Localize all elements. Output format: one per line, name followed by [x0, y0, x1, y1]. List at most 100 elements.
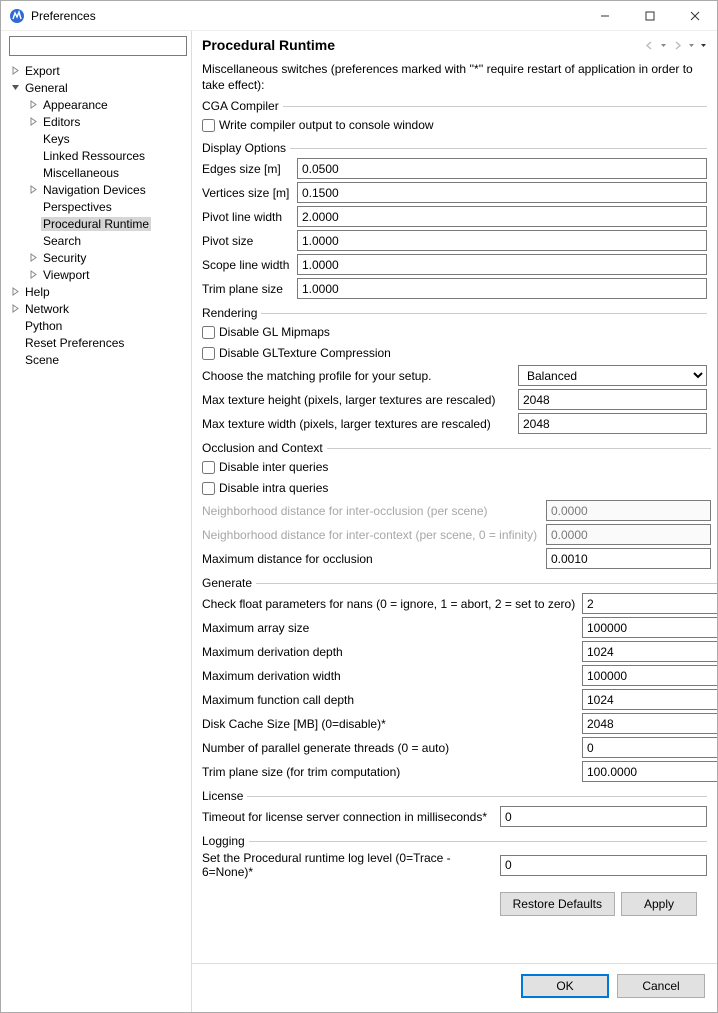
max-fn-input[interactable]	[582, 689, 717, 710]
app-icon	[9, 8, 25, 24]
edges-size-label: Edges size [m]	[202, 162, 297, 176]
max-dist-input[interactable]	[546, 548, 711, 569]
maximize-button[interactable]	[627, 1, 672, 31]
group-logging-legend: Logging	[202, 834, 249, 848]
max-depth-label: Maximum derivation depth	[202, 645, 582, 659]
forward-menu-icon[interactable]	[686, 38, 696, 52]
chevron-right-icon	[9, 303, 21, 315]
gen-trim-input[interactable]	[582, 761, 717, 782]
tree-item-navigation-devices[interactable]: Navigation Devices	[23, 181, 191, 198]
chevron-right-icon	[9, 65, 21, 77]
tree-item-perspectives[interactable]: Perspectives	[23, 198, 191, 215]
nb-context-label: Neighborhood distance for inter-context …	[202, 528, 546, 542]
threads-input[interactable]	[582, 737, 717, 758]
check-nans-input[interactable]	[582, 593, 717, 614]
tree-item-help[interactable]: Help	[5, 283, 191, 300]
tree-item-export[interactable]: Export	[5, 62, 191, 79]
max-texture-height-input[interactable]	[518, 389, 707, 410]
tree-item-viewport[interactable]: Viewport	[23, 266, 191, 283]
group-display-legend: Display Options	[202, 141, 290, 155]
tree-item-appearance[interactable]: Appearance	[23, 96, 191, 113]
disable-inter-checkbox[interactable]: Disable inter queries	[202, 458, 711, 476]
pivot-size-input[interactable]	[297, 230, 707, 251]
tree-item-procedural-runtime[interactable]: Procedural Runtime	[23, 215, 191, 232]
disable-mipmaps-checkbox[interactable]: Disable GL Mipmaps	[202, 323, 707, 341]
tree-item-security[interactable]: Security	[23, 249, 191, 266]
profile-label: Choose the matching profile for your set…	[202, 369, 518, 383]
trim-plane-size-label: Trim plane size	[202, 282, 297, 296]
disk-cache-label: Disk Cache Size [MB] (0=disable)*	[202, 717, 582, 731]
group-occlusion-legend: Occlusion and Context	[202, 441, 327, 455]
nb-inter-label: Neighborhood distance for inter-occlusio…	[202, 504, 546, 518]
tree-item-search[interactable]: Search	[23, 232, 191, 249]
group-rendering-legend: Rendering	[202, 306, 261, 320]
write-output-checkbox[interactable]: Write compiler output to console window	[202, 116, 707, 134]
restore-defaults-button[interactable]: Restore Defaults	[500, 892, 615, 916]
vertices-size-input[interactable]	[297, 182, 707, 203]
back-menu-icon[interactable]	[658, 38, 668, 52]
max-array-input[interactable]	[582, 617, 717, 638]
nb-context-input	[546, 524, 711, 545]
minimize-button[interactable]	[582, 1, 627, 31]
disable-compression-checkbox[interactable]: Disable GLTexture Compression	[202, 344, 707, 362]
max-array-label: Maximum array size	[202, 621, 582, 635]
max-width-label: Maximum derivation width	[202, 669, 582, 683]
max-dist-label: Maximum distance for occlusion	[202, 552, 546, 566]
nb-inter-input	[546, 500, 711, 521]
back-icon[interactable]	[642, 38, 656, 52]
close-button[interactable]	[672, 1, 717, 31]
chevron-right-icon	[27, 116, 39, 128]
chevron-down-icon	[9, 82, 21, 94]
max-width-input[interactable]	[582, 665, 717, 686]
disk-cache-input[interactable]	[582, 713, 717, 734]
tree-item-reset-preferences[interactable]: Reset Preferences	[5, 334, 191, 351]
ok-button[interactable]: OK	[521, 974, 609, 998]
tree-item-miscellaneous[interactable]: Miscellaneous	[23, 164, 191, 181]
pivot-size-label: Pivot size	[202, 234, 297, 248]
check-nans-label: Check float parameters for nans (0 = ign…	[202, 597, 582, 611]
group-generate-legend: Generate	[202, 576, 256, 590]
group-cga-legend: CGA Compiler	[202, 99, 283, 113]
chevron-right-icon	[9, 286, 21, 298]
scope-line-width-input[interactable]	[297, 254, 707, 275]
log-level-label: Set the Procedural runtime log level (0=…	[202, 851, 500, 879]
view-menu-icon[interactable]	[698, 38, 708, 52]
filter-input[interactable]	[9, 36, 187, 56]
preference-tree: Export General Appearance Editors Keys L…	[5, 62, 191, 368]
chevron-right-icon	[27, 269, 39, 281]
intro-text: Miscellaneous switches (preferences mark…	[202, 61, 707, 93]
disable-intra-checkbox[interactable]: Disable intra queries	[202, 479, 711, 497]
vertices-size-label: Vertices size [m]	[202, 186, 297, 200]
apply-button[interactable]: Apply	[621, 892, 697, 916]
max-texture-height-label: Max texture height (pixels, larger textu…	[202, 393, 518, 407]
log-level-input[interactable]	[500, 855, 707, 876]
trim-plane-size-input[interactable]	[297, 278, 707, 299]
threads-label: Number of parallel generate threads (0 =…	[202, 741, 582, 755]
max-depth-input[interactable]	[582, 641, 717, 662]
tree-item-python[interactable]: Python	[5, 317, 191, 334]
cancel-button[interactable]: Cancel	[617, 974, 705, 998]
tree-item-keys[interactable]: Keys	[23, 130, 191, 147]
forward-icon[interactable]	[670, 38, 684, 52]
tree-item-network[interactable]: Network	[5, 300, 191, 317]
max-texture-width-input[interactable]	[518, 413, 707, 434]
license-timeout-input[interactable]	[500, 806, 707, 827]
tree-item-scene[interactable]: Scene	[5, 351, 191, 368]
window-title: Preferences	[31, 9, 582, 23]
titlebar: Preferences	[1, 1, 717, 31]
chevron-right-icon	[27, 252, 39, 264]
edges-size-input[interactable]	[297, 158, 707, 179]
group-license-legend: License	[202, 789, 247, 803]
nav-history-controls	[641, 38, 709, 52]
pivot-line-width-label: Pivot line width	[202, 210, 297, 224]
scope-line-width-label: Scope line width	[202, 258, 297, 272]
profile-select[interactable]: Balanced	[518, 365, 707, 386]
tree-item-general[interactable]: General	[5, 79, 191, 96]
license-timeout-label: Timeout for license server connection in…	[202, 810, 500, 824]
tree-item-linked-resources[interactable]: Linked Ressources	[23, 147, 191, 164]
max-texture-width-label: Max texture width (pixels, larger textur…	[202, 417, 518, 431]
pivot-line-width-input[interactable]	[297, 206, 707, 227]
tree-item-editors[interactable]: Editors	[23, 113, 191, 130]
chevron-right-icon	[27, 99, 39, 111]
gen-trim-label: Trim plane size (for trim computation)	[202, 765, 582, 779]
